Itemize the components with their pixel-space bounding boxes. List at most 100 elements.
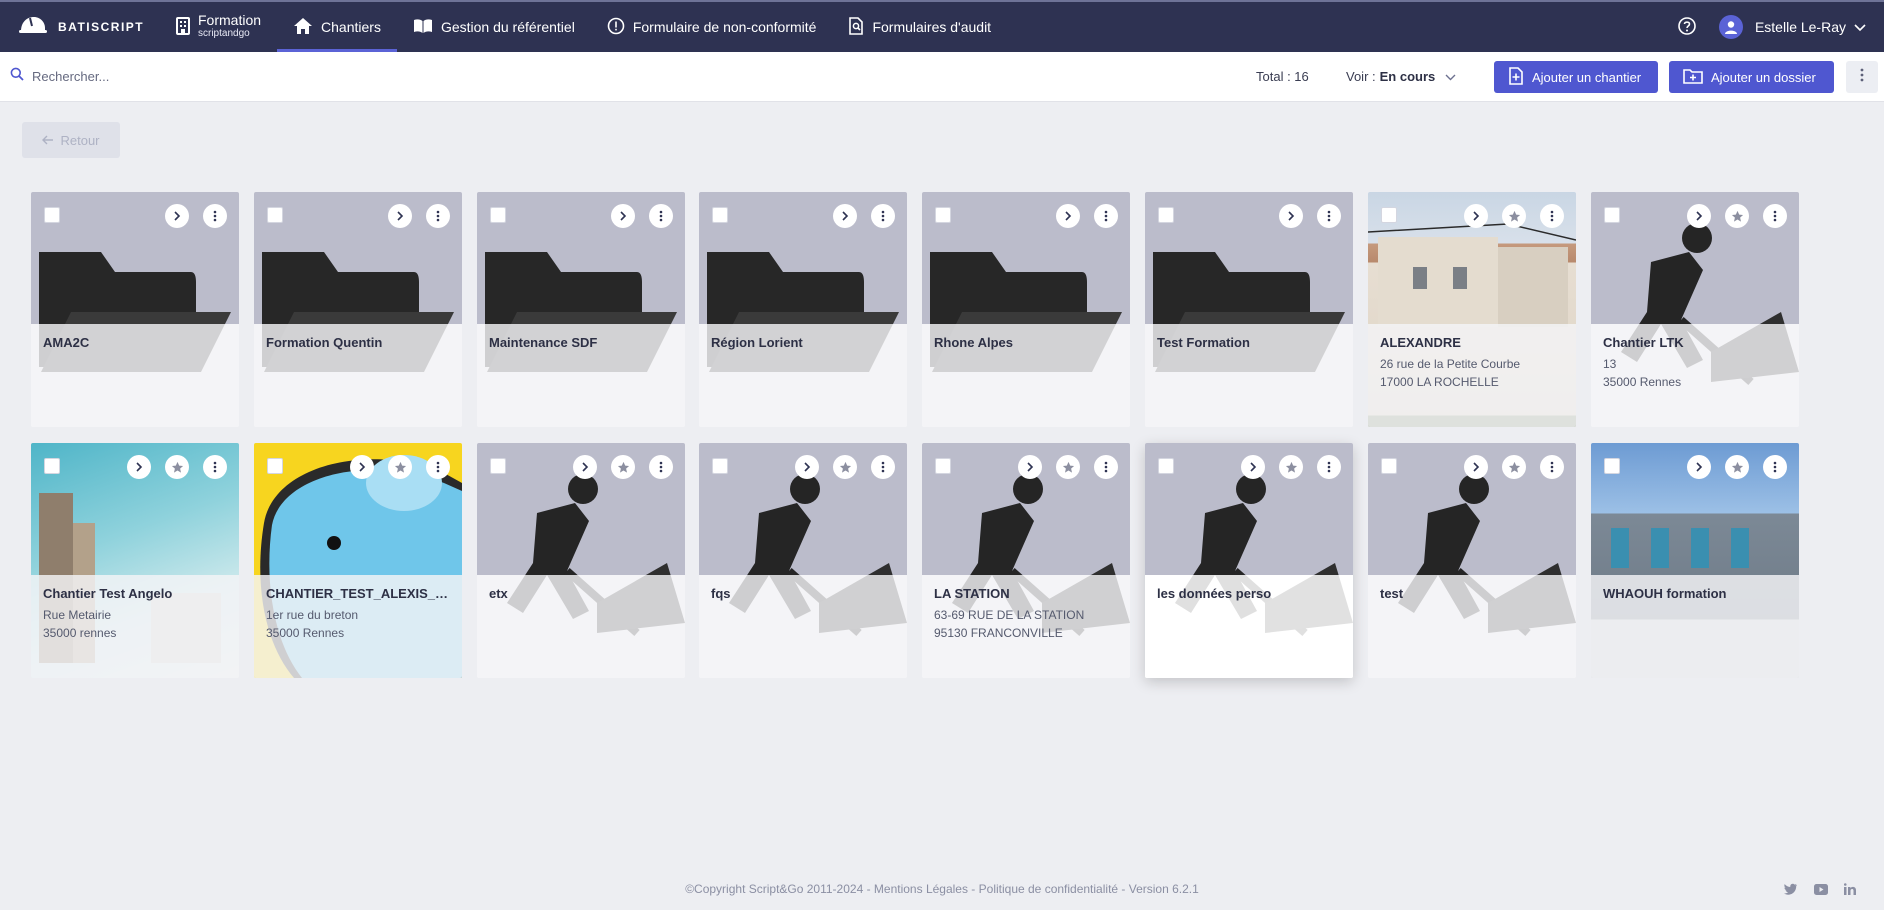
more-button[interactable] bbox=[1094, 455, 1118, 479]
nav-referentiel[interactable]: Gestion du référentiel bbox=[397, 2, 591, 52]
voir-filter[interactable]: Voir : En cours bbox=[1346, 69, 1456, 84]
favorite-button[interactable] bbox=[1502, 455, 1526, 479]
more-button[interactable] bbox=[1540, 204, 1564, 228]
select-checkbox[interactable] bbox=[1158, 207, 1174, 223]
card-address: 13 bbox=[1603, 357, 1617, 371]
select-checkbox[interactable] bbox=[1604, 207, 1620, 223]
select-checkbox[interactable] bbox=[935, 207, 951, 223]
folder-card[interactable]: Région Lorient bbox=[699, 192, 907, 427]
open-button[interactable] bbox=[795, 455, 819, 479]
chantier-card[interactable]: LA STATION 63-69 RUE DE LA STATION 95130… bbox=[922, 443, 1130, 678]
chantier-card[interactable]: Chantier LTK 13 35000 Rennes bbox=[1591, 192, 1799, 427]
chevron-down-icon bbox=[1854, 19, 1866, 35]
more-button[interactable] bbox=[203, 455, 227, 479]
chantier-card[interactable]: ALEXANDRE 26 rue de la Petite Courbe 170… bbox=[1368, 192, 1576, 427]
favorite-button[interactable] bbox=[1279, 455, 1303, 479]
more-button[interactable] bbox=[426, 204, 450, 228]
open-button[interactable] bbox=[611, 204, 635, 228]
nav-non-conformite[interactable]: Formulaire de non-conformité bbox=[591, 2, 833, 52]
select-checkbox[interactable] bbox=[1604, 458, 1620, 474]
folder-card[interactable]: Formation Quentin bbox=[254, 192, 462, 427]
select-checkbox[interactable] bbox=[1158, 458, 1174, 474]
select-checkbox[interactable] bbox=[1381, 207, 1397, 223]
chantier-card[interactable]: fqs bbox=[699, 443, 907, 678]
select-checkbox[interactable] bbox=[44, 458, 60, 474]
folder-card[interactable]: AMA2C bbox=[31, 192, 239, 427]
brand[interactable]: BATISCRIPT bbox=[0, 2, 160, 52]
open-button[interactable] bbox=[833, 204, 857, 228]
more-button[interactable] bbox=[203, 204, 227, 228]
chantier-card[interactable]: les données perso bbox=[1145, 443, 1353, 678]
folder-card[interactable]: Test Formation bbox=[1145, 192, 1353, 427]
select-checkbox[interactable] bbox=[712, 207, 728, 223]
more-button[interactable] bbox=[1763, 204, 1787, 228]
select-checkbox[interactable] bbox=[267, 207, 283, 223]
favorite-button[interactable] bbox=[388, 455, 412, 479]
nav-audit[interactable]: Formulaires d'audit bbox=[832, 2, 1007, 52]
folder-plus-icon bbox=[1683, 68, 1711, 87]
help-icon[interactable] bbox=[1677, 16, 1697, 39]
chantier-card[interactable]: WHAOUH formation bbox=[1591, 443, 1799, 678]
open-button[interactable] bbox=[1279, 204, 1303, 228]
favorite-button[interactable] bbox=[1056, 455, 1080, 479]
open-button[interactable] bbox=[350, 455, 374, 479]
card-title: les données perso bbox=[1157, 586, 1272, 601]
open-button[interactable] bbox=[127, 455, 151, 479]
more-button[interactable] bbox=[426, 455, 450, 479]
search-input[interactable] bbox=[32, 69, 632, 84]
nav-chantiers[interactable]: Chantiers bbox=[277, 2, 397, 52]
more-button[interactable] bbox=[1317, 204, 1341, 228]
select-checkbox[interactable] bbox=[1381, 458, 1397, 474]
nav-formation[interactable]: Formation scriptandgo bbox=[160, 2, 277, 52]
chantier-card[interactable]: Chantier Test Angelo Rue Metairie 35000 … bbox=[31, 443, 239, 678]
card-body: Région Lorient bbox=[699, 324, 907, 427]
open-button[interactable] bbox=[1464, 455, 1488, 479]
favorite-button[interactable] bbox=[1725, 455, 1749, 479]
more-button[interactable] bbox=[1540, 455, 1564, 479]
avatar[interactable] bbox=[1718, 15, 1743, 39]
more-button[interactable] bbox=[649, 455, 673, 479]
favorite-button[interactable] bbox=[165, 455, 189, 479]
more-button[interactable] bbox=[1763, 455, 1787, 479]
more-button[interactable] bbox=[1317, 455, 1341, 479]
select-checkbox[interactable] bbox=[712, 458, 728, 474]
favorite-button[interactable] bbox=[611, 455, 635, 479]
more-button[interactable] bbox=[871, 204, 895, 228]
open-button[interactable] bbox=[1464, 204, 1488, 228]
more-button[interactable] bbox=[871, 455, 895, 479]
favorite-button[interactable] bbox=[833, 455, 857, 479]
select-checkbox[interactable] bbox=[267, 458, 283, 474]
select-checkbox[interactable] bbox=[935, 458, 951, 474]
add-chantier-button[interactable]: Ajouter un chantier bbox=[1494, 61, 1658, 93]
user-menu[interactable]: Estelle Le-Ray bbox=[1755, 19, 1866, 35]
chantier-card[interactable]: test bbox=[1368, 443, 1576, 678]
open-button[interactable] bbox=[1056, 204, 1080, 228]
open-button[interactable] bbox=[1241, 455, 1265, 479]
add-dossier-button[interactable]: Ajouter un dossier bbox=[1669, 61, 1834, 93]
back-button[interactable]: Retour bbox=[22, 122, 120, 158]
twitter-icon[interactable] bbox=[1784, 882, 1798, 900]
open-button[interactable] bbox=[165, 204, 189, 228]
star-icon bbox=[1508, 210, 1520, 222]
more-button[interactable] bbox=[1094, 204, 1118, 228]
more-button[interactable] bbox=[649, 204, 673, 228]
select-checkbox[interactable] bbox=[490, 207, 506, 223]
open-button[interactable] bbox=[1018, 455, 1042, 479]
more-options-button[interactable] bbox=[1846, 61, 1878, 93]
youtube-icon[interactable] bbox=[1814, 882, 1828, 900]
select-checkbox[interactable] bbox=[44, 207, 60, 223]
chantier-card[interactable]: etx bbox=[477, 443, 685, 678]
select-checkbox[interactable] bbox=[490, 458, 506, 474]
linkedin-icon[interactable] bbox=[1843, 882, 1856, 900]
chevron-right-icon bbox=[1473, 462, 1480, 472]
chantier-card[interactable]: CHANTIER_TEST_ALEXIS_ES... 1er rue du br… bbox=[254, 443, 462, 678]
favorite-button[interactable] bbox=[1725, 204, 1749, 228]
favorite-button[interactable] bbox=[1502, 204, 1526, 228]
open-button[interactable] bbox=[1687, 204, 1711, 228]
open-button[interactable] bbox=[573, 455, 597, 479]
chevron-right-icon bbox=[1696, 462, 1703, 472]
open-button[interactable] bbox=[1687, 455, 1711, 479]
open-button[interactable] bbox=[388, 204, 412, 228]
folder-card[interactable]: Maintenance SDF bbox=[477, 192, 685, 427]
folder-card[interactable]: Rhone Alpes bbox=[922, 192, 1130, 427]
